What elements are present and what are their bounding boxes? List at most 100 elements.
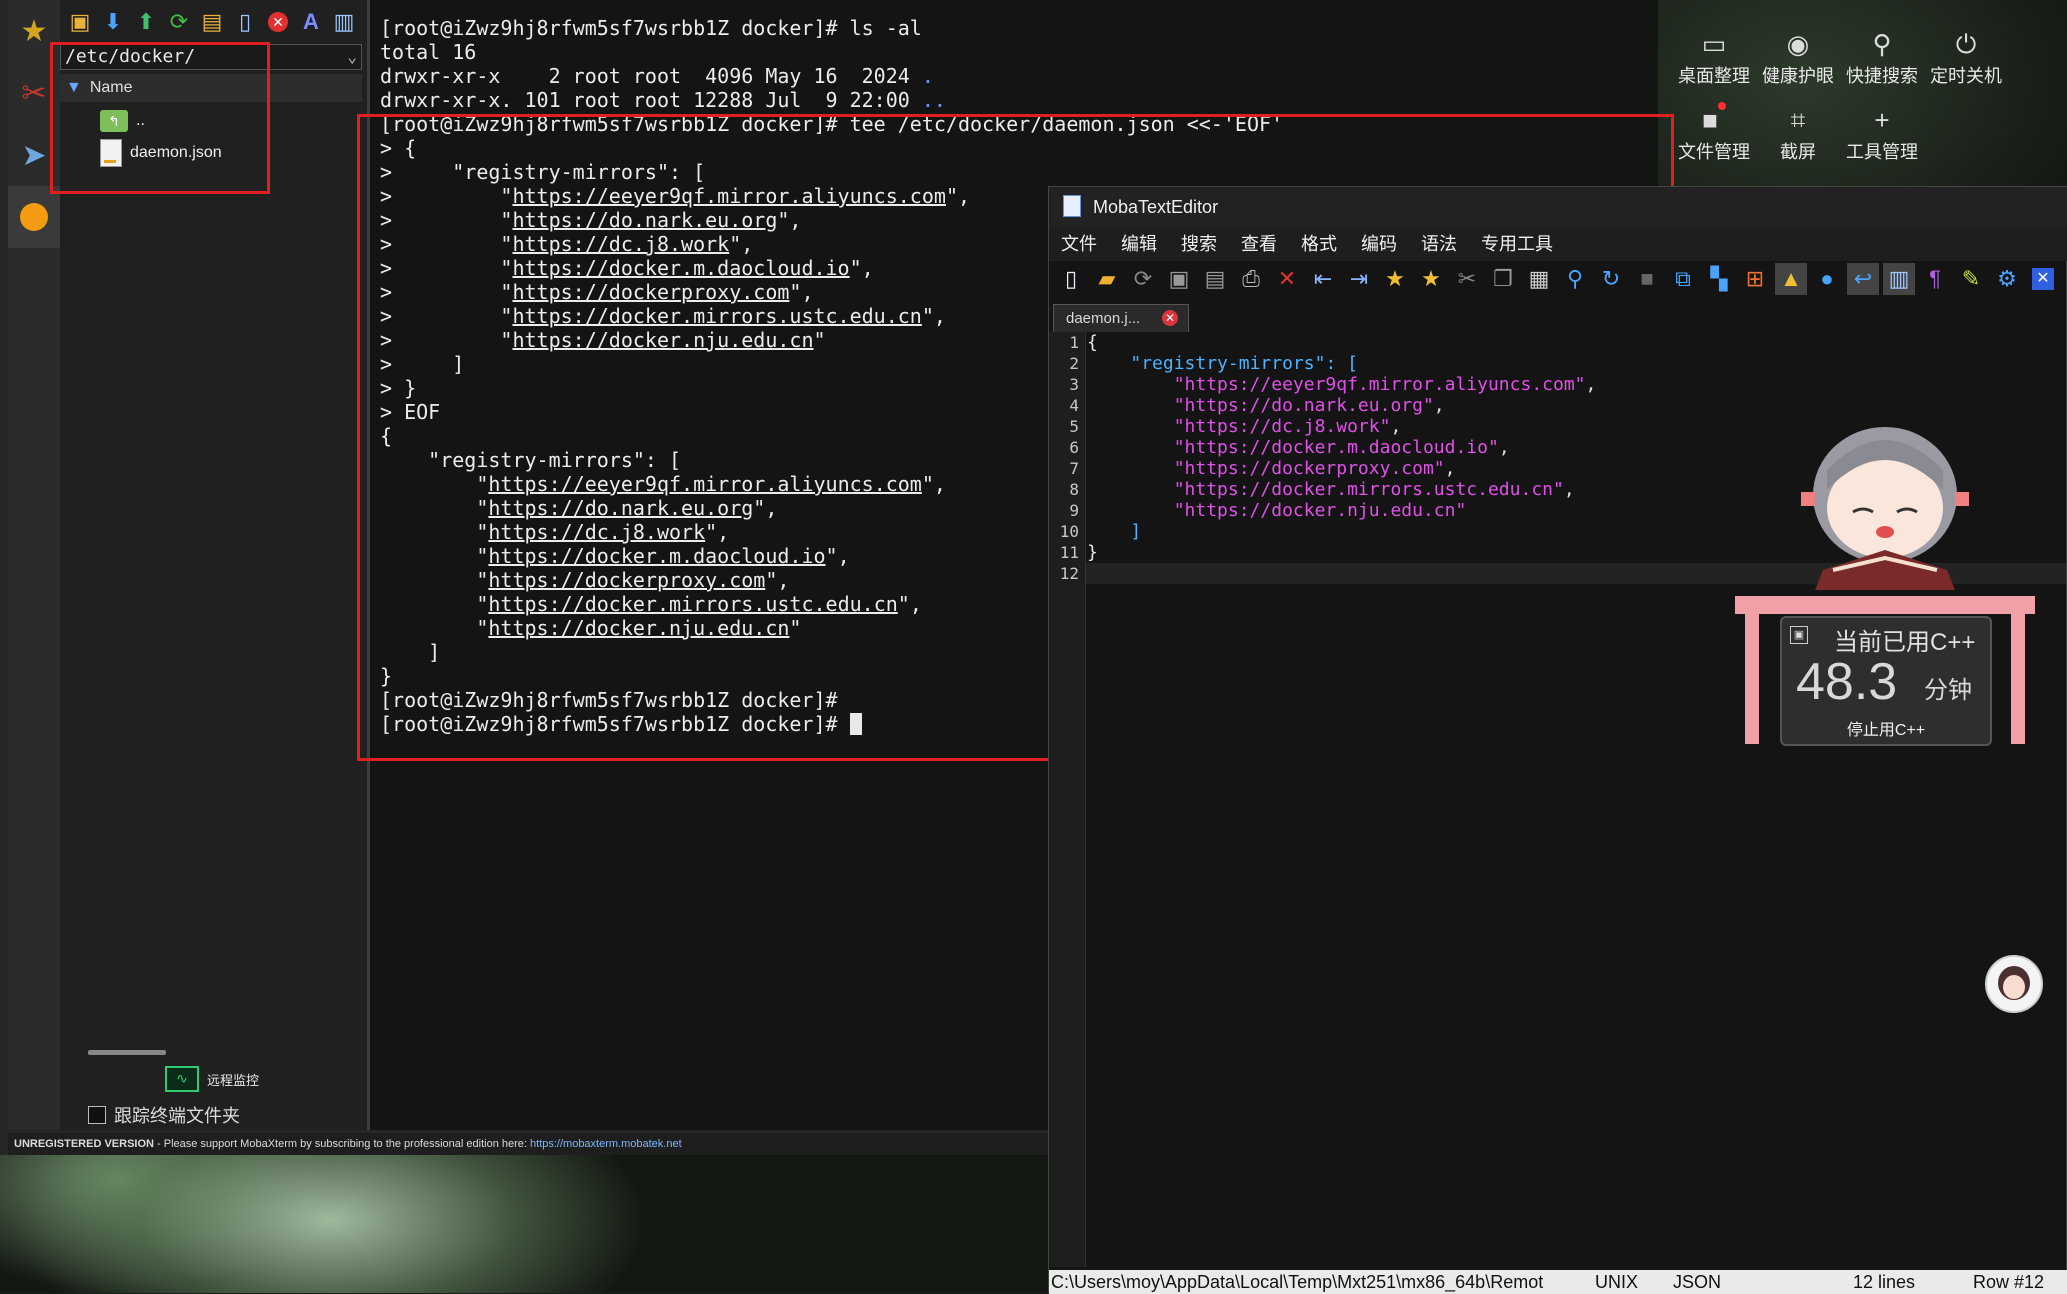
compare-icon[interactable]: ⧉ <box>1667 263 1699 295</box>
menu-format[interactable]: 格式 <box>1289 227 1349 261</box>
desk-top <box>1735 596 2035 614</box>
replace-icon[interactable]: ↻ <box>1595 263 1627 295</box>
widget-timed-shutdown[interactable]: ⏻ 定时关机 <box>1924 26 2008 88</box>
widget-label: 截屏 <box>1756 138 1840 164</box>
editor-toolbar: ▯ ▰ ⟳ ▣ ▤ ⎙ ✕ ⇤ ⇥ ★ ★ ✂ ❐ ▦ ⚲ ↻ ■ ⧉ ▚ ⊞ … <box>1055 263 2059 299</box>
widget-tool-manager[interactable]: + 工具管理 <box>1840 102 1924 164</box>
widget-screenshot[interactable]: ⌗ 截屏 <box>1756 102 1840 164</box>
line-number: 10 <box>1049 521 1085 542</box>
widget-file-manager[interactable]: ■ 文件管理 <box>1672 102 1756 164</box>
highlight-icon[interactable]: ✎ <box>1955 263 1987 295</box>
open-folder-icon[interactable]: ▰ <box>1091 263 1123 295</box>
desktop-widgets-row2: ■ 文件管理 ⌗ 截屏 + 工具管理 <box>1672 102 1924 164</box>
rename-icon[interactable]: A <box>297 8 325 36</box>
menu-syntax[interactable]: 语法 <box>1409 227 1469 261</box>
chevron-down-icon[interactable]: ⌄ <box>347 45 357 69</box>
editor-tab-daemon-json[interactable]: daemon.j... ✕ <box>1053 304 1189 332</box>
menu-tools[interactable]: 专用工具 <box>1469 227 1565 261</box>
permissions-icon[interactable]: ▥ <box>330 8 358 36</box>
new-file-icon[interactable]: ▯ <box>231 8 259 36</box>
find-icon[interactable]: ⚲ <box>1559 263 1591 295</box>
follow-terminal-checkbox[interactable]: 跟踪终端文件夹 <box>88 1102 240 1128</box>
support-link[interactable]: https://mobaxterm.mobatek.net <box>530 1138 682 1150</box>
goto-icon[interactable]: ■ <box>1631 263 1663 295</box>
windows-eol-icon[interactable]: ⊞ <box>1739 263 1771 295</box>
indent-icon[interactable]: ⇥ <box>1343 263 1375 295</box>
monitor-icon: ∿ <box>165 1066 199 1092</box>
terminal-line: total 16 <box>380 40 476 64</box>
windows-icon[interactable]: ▚ <box>1703 263 1735 295</box>
status-syntax: JSON <box>1673 1270 1721 1294</box>
terminal-line: drwxr-xr-x 2 root root 4096 May 16 2024 … <box>380 64 934 88</box>
line-number: 8 <box>1049 479 1085 500</box>
timer-unit: 分钟 <box>1924 670 1972 705</box>
new-folder-icon[interactable]: ▤ <box>198 8 226 36</box>
save-icon[interactable]: ▣ <box>1163 263 1195 295</box>
menu-encoding[interactable]: 编码 <box>1349 227 1409 261</box>
split-view-icon[interactable]: ▥ <box>1883 263 1915 295</box>
menu-edit[interactable]: 编辑 <box>1109 227 1169 261</box>
desktop-organize-icon: ▭ <box>1672 26 1756 62</box>
timer-value: 48.3 <box>1796 652 1897 712</box>
bookmark-icon[interactable]: ★ <box>1379 263 1411 295</box>
new-file-icon[interactable]: ▯ <box>1055 263 1087 295</box>
reload-icon[interactable]: ⟳ <box>1127 263 1159 295</box>
checkbox-box[interactable] <box>88 1106 106 1124</box>
notification-dot <box>1718 102 1726 110</box>
folder-icon: ■ <box>1672 102 1756 138</box>
cpp-timer-panel: ▣ 当前已用C++ 48.3 分钟 停止用C++ <box>1780 616 1992 746</box>
sftp-tab-icon[interactable] <box>8 186 60 248</box>
outdent-icon[interactable]: ⇤ <box>1307 263 1339 295</box>
widget-quick-search[interactable]: ⚲ 快捷搜索 <box>1840 26 1924 88</box>
widget-eye-care[interactable]: ◉ 健康护眼 <box>1756 26 1840 88</box>
bookmark-next-icon[interactable]: ★ <box>1415 263 1447 295</box>
linux-eol-icon[interactable]: ▲ <box>1775 263 1807 295</box>
editor-code[interactable]: { "registry-mirrors": [ "https://eeyer9q… <box>1087 332 1596 563</box>
sftp-toolbar: ▣ ⬇ ⬆ ⟳ ▤ ▯ ✕ A ▥ <box>60 8 373 42</box>
parent-folder-icon[interactable]: ▣ <box>66 8 94 36</box>
search-icon: ⚲ <box>1840 26 1924 62</box>
widget-label: 桌面整理 <box>1672 62 1756 88</box>
close-tab-icon[interactable]: ✕ <box>1162 310 1178 326</box>
save-all-icon[interactable]: ▤ <box>1199 263 1231 295</box>
close-icon[interactable]: ✕ <box>1271 263 1303 295</box>
copy-icon[interactable]: ❐ <box>1487 263 1519 295</box>
upload-icon[interactable]: ⬆ <box>132 8 160 36</box>
timer-mode-icon[interactable]: ▣ <box>1790 626 1808 644</box>
stop-timer-button[interactable]: 停止用C++ <box>1782 716 1990 740</box>
delete-icon[interactable]: ✕ <box>264 8 292 36</box>
exit-icon[interactable]: ✕ <box>2027 263 2059 295</box>
download-icon[interactable]: ⬇ <box>99 8 127 36</box>
status-eol: UNIX <box>1595 1270 1638 1294</box>
cut-icon[interactable]: ✂ <box>1451 263 1483 295</box>
menu-view[interactable]: 查看 <box>1229 227 1289 261</box>
remote-monitor-button[interactable]: ∿ 远程监控 <box>165 1066 259 1092</box>
line-number: 12 <box>1049 563 1085 584</box>
paste-icon[interactable]: ▦ <box>1523 263 1555 295</box>
status-line-count: 12 lines <box>1853 1270 1915 1294</box>
code-string: "https://docker.nju.edu.cn" <box>1174 500 1467 521</box>
avatar[interactable] <box>1985 955 2043 1013</box>
settings-icon[interactable]: ⚙ <box>1991 263 2023 295</box>
support-message: - Please support MobaXterm by subscribin… <box>154 1138 530 1150</box>
editor-title: MobaTextEditor <box>1093 197 1218 217</box>
menu-search[interactable]: 搜索 <box>1169 227 1229 261</box>
line-number: 11 <box>1049 542 1085 563</box>
widget-desktop-organize[interactable]: ▭ 桌面整理 <box>1672 26 1756 88</box>
mac-eol-icon[interactable]: ● <box>1811 263 1843 295</box>
menu-file[interactable]: 文件 <box>1049 227 1109 261</box>
code-bracket: ] <box>1130 521 1141 542</box>
code-key: "registry-mirrors" <box>1130 353 1325 374</box>
editor-titlebar[interactable]: MobaTextEditor <box>1049 187 2067 227</box>
terminal-line: drwxr-xr-x. 101 root root 12288 Jul 9 22… <box>380 88 946 112</box>
print-icon[interactable]: ⎙ <box>1235 263 1267 295</box>
horizontal-scrollbar[interactable] <box>88 1050 166 1055</box>
wrap-icon[interactable]: ↩ <box>1847 263 1879 295</box>
code-string: "https://docker.mirrors.ustc.edu.cn" <box>1174 479 1564 500</box>
desktop-widgets-row1: ▭ 桌面整理 ◉ 健康护眼 ⚲ 快捷搜索 ⏻ 定时关机 <box>1672 26 2008 88</box>
power-icon: ⏻ <box>1924 26 2008 62</box>
refresh-icon[interactable]: ⟳ <box>165 8 193 36</box>
crop-icon: ⌗ <box>1756 102 1840 138</box>
pilcrow-icon[interactable]: ¶ <box>1919 263 1951 295</box>
remote-monitor-label: 远程监控 <box>207 1070 259 1089</box>
